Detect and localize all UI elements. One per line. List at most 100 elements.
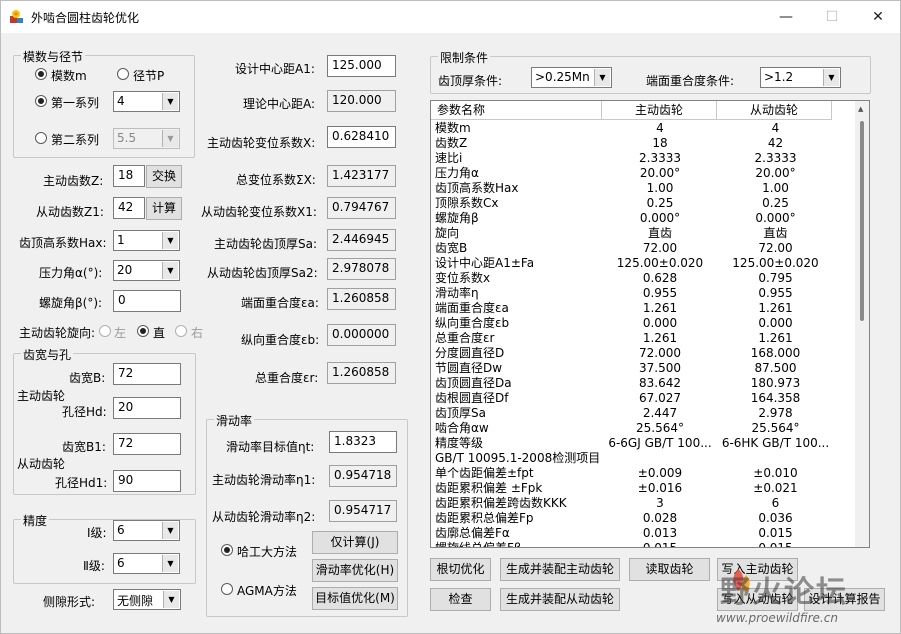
radio-series2[interactable] [35,132,47,144]
radio-hit-method[interactable] [221,544,233,556]
param-name-cell: 模数m [435,121,471,135]
param-name-cell: 纵向重合度εb [435,316,510,330]
dir-left-radio[interactable] [99,325,111,337]
table-row[interactable]: GB/T 10095.1-2008检测项目 [431,451,856,466]
col-header-param[interactable]: 参数名称 [431,101,602,120]
calc-only-button[interactable]: 仅计算(J) [312,531,398,554]
driven-value-cell: 180.973 [750,376,801,390]
width-b-input[interactable]: 72 [113,363,181,385]
dir-left-label: 左 [114,326,127,340]
grade2-select[interactable]: 6 ▼ [113,553,180,574]
driver-teeth-input[interactable]: 18 [113,165,145,187]
bore-hd-input[interactable]: 20 [113,397,181,419]
scroll-up-icon[interactable]: ▲ [858,105,863,113]
table-row[interactable]: 螺旋线总偏差Fβ 0.015 0.015 [431,541,856,548]
dir-right-radio[interactable] [175,325,187,337]
x-driven-value: 0.794767 [327,197,396,219]
close-button[interactable]: ✕ [855,1,901,33]
table-row[interactable]: 齿廓总偏差Fα 0.013 0.015 [431,526,856,541]
series1-select[interactable]: 4 ▼ [113,91,180,112]
table-row[interactable]: 端面重合度εa 1.261 1.261 [431,301,856,316]
tip-condition-select[interactable]: >0.25Mn ▼ [531,67,612,88]
swap-button[interactable]: 交换 [146,165,182,188]
table-row[interactable]: 速比i 2.3333 2.3333 [431,151,856,166]
radio-agma-method[interactable] [221,583,233,595]
driven-teeth-input[interactable]: 42 [113,197,145,219]
table-row[interactable]: 滑动率η 0.955 0.955 [431,286,856,301]
driver-value-cell: 25.564° [636,421,684,435]
table-row[interactable]: 旋向 直齿 直齿 [431,226,856,241]
grade1-select[interactable]: 6 ▼ [113,520,180,541]
table-row[interactable]: 纵向重合度εb 0.000 0.000 [431,316,856,331]
sa-driver-label: 主动齿轮齿顶厚Sa: [214,237,318,251]
series2-select[interactable]: 5.5 ▼ [113,128,180,149]
table-row[interactable]: 齿顶圆直径Da 83.642 180.973 [431,376,856,391]
target-optimize-button[interactable]: 目标值优化(M) [312,587,398,610]
table-row[interactable]: 变位系数x 0.628 0.795 [431,271,856,286]
table-row[interactable]: 精度等级 6-6GJ GB/T 100... 6-6HK GB/T 100... [431,436,856,451]
table-row[interactable]: 压力角α 20.00° 20.00° [431,166,856,181]
param-name-cell: 齿根圆直径Df [435,391,509,405]
side-clearance-select[interactable]: 无侧隙 ▼ [113,589,181,610]
table-row[interactable]: 齿距累积偏差跨齿数KKK 3 6 [431,496,856,511]
minimize-button[interactable]: — [763,1,809,33]
maximize-button[interactable]: ☐ [809,1,855,33]
driver-value-cell: 67.027 [639,391,681,405]
table-row[interactable]: 齿根圆直径Df 67.027 164.358 [431,391,856,406]
radio-module[interactable] [35,68,47,80]
calc-button[interactable]: 计算 [146,197,182,220]
grade1-value: 6 [117,523,125,537]
table-row[interactable]: 单个齿距偏差±fpt ±0.009 ±0.010 [431,466,856,481]
slide-target-input[interactable]: 1.8323 [329,431,397,453]
parameter-table[interactable]: 参数名称 主动齿轮 从动齿轮 模数m 4 4 齿数Z 18 42 速比i 2.3333 2.33… [430,100,870,548]
overlap-condition-select[interactable]: >1.2 ▼ [760,67,841,88]
check-button[interactable]: 检查 [430,588,491,611]
table-row[interactable]: 齿距累积偏差 ±Fpk ±0.016 ±0.021 [431,481,856,496]
app-icon [10,10,23,23]
design-center-input[interactable]: 125.000 [327,55,396,77]
slide-driven-label: 从动齿轮滑动率η2: [212,510,316,524]
helix-input[interactable]: 0 [113,290,181,312]
width-b1-input[interactable]: 72 [113,433,181,455]
bore-hd1-input[interactable]: 90 [113,470,181,492]
table-row[interactable]: 顶隙系数Cx 0.25 0.25 [431,196,856,211]
undercut-optimize-button[interactable]: 根切优化 [430,558,491,581]
table-header: 参数名称 主动齿轮 从动齿轮 [431,101,856,120]
scroll-thumb[interactable] [860,121,864,321]
chevron-down-icon: ▼ [162,522,178,539]
table-row[interactable]: 齿顶厚Sa 2.447 2.978 [431,406,856,421]
table-row[interactable]: 齿宽B 72.00 72.00 [431,241,856,256]
gen-driven-button[interactable]: 生成并装配从动齿轮 [500,588,620,611]
table-row[interactable]: 模数m 4 4 [431,121,856,136]
slide-optimize-button[interactable]: 滑动率优化(H) [312,559,398,582]
x-driver-input[interactable]: 0.628410 [327,126,396,148]
x-total-label: 总变位系数ΣX: [236,173,316,187]
table-row[interactable]: 螺旋角β 0.000° 0.000° [431,211,856,226]
col-header-driven[interactable]: 从动齿轮 [717,101,832,120]
pressure-select[interactable]: 20 ▼ [113,260,180,281]
hax-select[interactable]: 1 ▼ [113,230,180,251]
driven-value-cell: 1.00 [762,181,789,195]
table-row[interactable]: 齿数Z 18 42 [431,136,856,151]
table-row[interactable]: 分度圆直径D 72.000 168.000 [431,346,856,361]
gen-driver-button[interactable]: 生成并装配主动齿轮 [500,558,620,581]
radio-pitch[interactable] [117,68,129,80]
table-row[interactable]: 设计中心距A1±Fa 125.00±0.020 125.00±0.020 [431,256,856,271]
table-row[interactable]: 节圆直径Dw 37.500 87.500 [431,361,856,376]
bore-hd-label: 孔径Hd: [62,405,107,419]
driven-value-cell: 0.036 [758,511,793,525]
driver-value-cell: 0.000° [639,211,681,225]
driven-value-cell: 20.00° [755,166,796,180]
driver-value-cell: 125.00±0.020 [616,256,704,270]
radio-series1[interactable] [35,95,47,107]
table-row[interactable]: 齿顶高系数Hax 1.00 1.00 [431,181,856,196]
table-row[interactable]: 齿距累积总偏差Fp 0.028 0.036 [431,511,856,526]
table-row[interactable]: 啮合角αw 25.564° 25.564° [431,421,856,436]
read-gear-button[interactable]: 读取齿轮 [629,558,710,581]
dir-straight-radio[interactable] [137,325,149,337]
driver-value-cell: 0.015 [642,541,678,548]
col-header-driver[interactable]: 主动齿轮 [602,101,717,120]
table-row[interactable]: 总重合度εr 1.261 1.261 [431,331,856,346]
param-name-cell: 总重合度εr [435,331,495,345]
table-scrollbar[interactable]: ▲ [855,101,869,547]
